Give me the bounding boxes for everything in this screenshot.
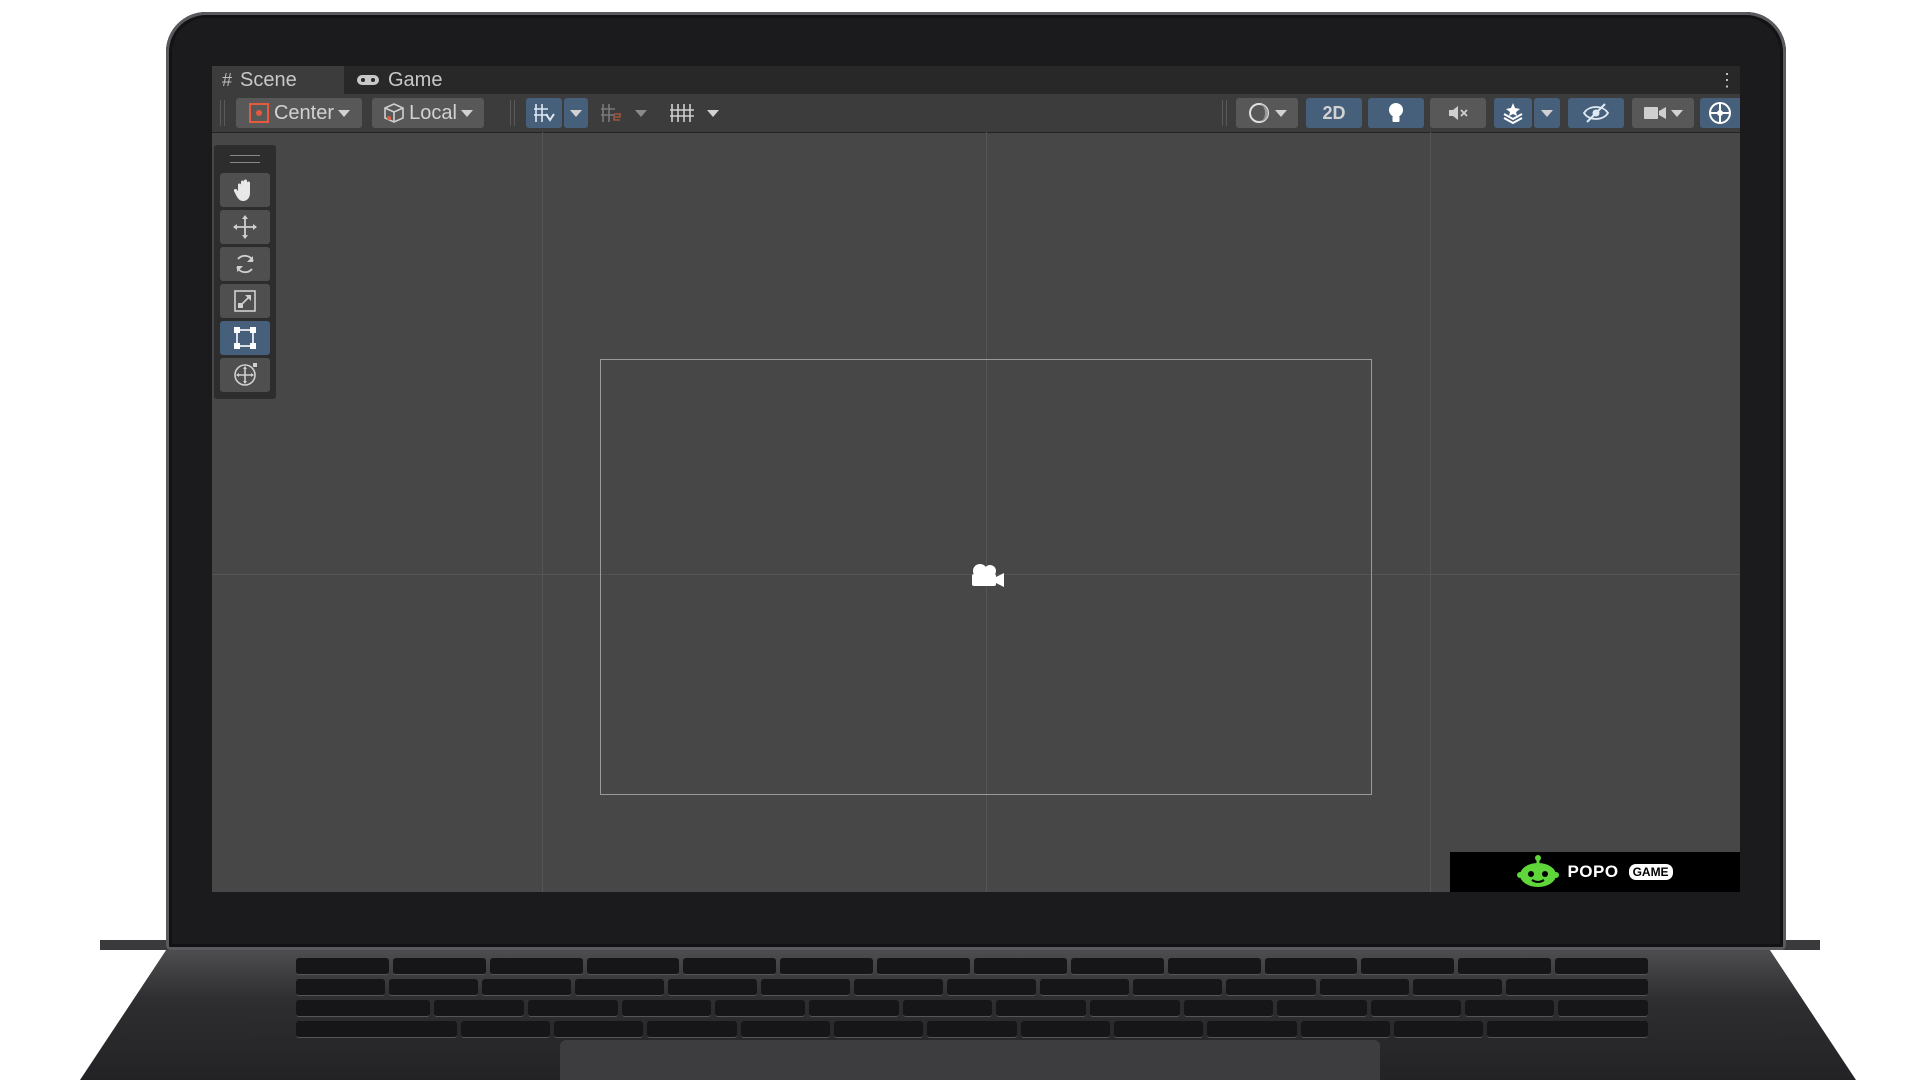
pivot-space-label: Local [409,101,457,124]
lighting-toggle[interactable] [1368,98,1424,128]
watermark-text: POPO [1567,862,1619,881]
draw-mode-icon [1247,101,1271,125]
local-cube-icon [383,102,405,124]
rect-tool-button[interactable] [220,321,270,355]
transform-tool-icon [231,361,259,389]
audio-toggle[interactable] [1430,98,1486,128]
grid-visibility-button[interactable] [662,98,702,128]
lighting-icon [1387,101,1405,125]
grid-snap-button[interactable] [526,98,562,128]
chevron-down-icon [338,109,351,117]
scene-grid-line [1430,132,1431,892]
grid-visibility-dropdown[interactable] [702,98,724,128]
gizmos-icon [1707,100,1733,126]
effects-dropdown[interactable] [1534,98,1560,128]
view-2d-toggle[interactable]: 2D [1306,98,1362,128]
grid-snap-dropdown[interactable] [564,98,588,128]
effects-icon [1501,101,1525,125]
pivot-space-dropdown[interactable]: Local [372,98,484,128]
gizmos-dropdown[interactable] [1700,98,1740,128]
chevron-down-icon [570,109,582,117]
chevron-down-icon [1671,109,1683,117]
hidden-objects-toggle[interactable] [1568,98,1624,128]
kebab-menu-icon[interactable]: ⋮ [1718,68,1736,92]
pivot-mode-label: Center [273,101,335,124]
tab-game-label: Game [388,68,443,91]
draw-mode-dropdown[interactable] [1236,98,1298,128]
watermark-pill: GAME [1628,864,1673,880]
scale-tool-button[interactable] [220,284,270,318]
effects-toggle[interactable] [1494,98,1532,128]
rect-tool-icon [232,325,258,351]
toolbar-grip [220,100,225,126]
view-2d-label: 2D [1322,102,1346,123]
tab-bar: # Scene Game ⋮ [212,66,1740,94]
camera-icon [1643,105,1667,121]
grid-visibility-icon [668,102,696,124]
chevron-down-icon [1541,109,1553,117]
chevron-down-icon [707,109,719,117]
transform-tool-button[interactable] [220,358,270,392]
laptop-keyboard [296,958,1649,1044]
popo-robot-logo-icon [1517,854,1560,890]
tab-scene-label: Scene [240,68,297,91]
camera-gizmo-icon[interactable] [966,562,1006,590]
hand-tool-button[interactable] [220,173,270,207]
camera-settings-dropdown[interactable] [1632,98,1694,128]
laptop-trackpad [560,1040,1380,1080]
scene-toolbar: Center Local 2D [212,94,1740,133]
snap-increment-dropdown[interactable] [630,98,652,128]
grid-hash-icon: # [222,69,233,90]
snap-increment-button[interactable] [594,98,628,128]
move-tool-button[interactable] [220,210,270,244]
panel-drag-handle[interactable] [230,155,260,163]
toolbar-grip [1222,100,1227,126]
gamepad-icon [356,73,380,87]
popogame-watermark: POPO GAME [1450,852,1740,892]
pivot-center-icon [248,102,270,124]
rotate-tool-button[interactable] [220,247,270,281]
chevron-down-icon [1275,109,1287,117]
move-tool-icon [231,213,259,241]
scene-grid-line [542,132,543,892]
tab-game[interactable]: Game [356,66,466,94]
scale-tool-icon [232,288,258,314]
grid-snap-icon [532,102,556,124]
pivot-mode-dropdown[interactable]: Center [236,98,362,128]
tools-overlay-panel [214,145,276,399]
tab-scene[interactable]: # Scene [212,66,344,94]
hand-tool-icon [232,177,258,203]
snap-increment-icon [599,102,623,124]
rotate-tool-icon [232,251,258,277]
chevron-down-icon [460,109,473,117]
unity-scene-view: # Scene Game ⋮ Center Local 2D POPO GAME [212,66,1740,892]
hidden-objects-icon [1582,102,1610,124]
chevron-down-icon [635,109,647,117]
toolbar-grip [510,100,515,126]
audio-mute-icon [1446,102,1470,124]
